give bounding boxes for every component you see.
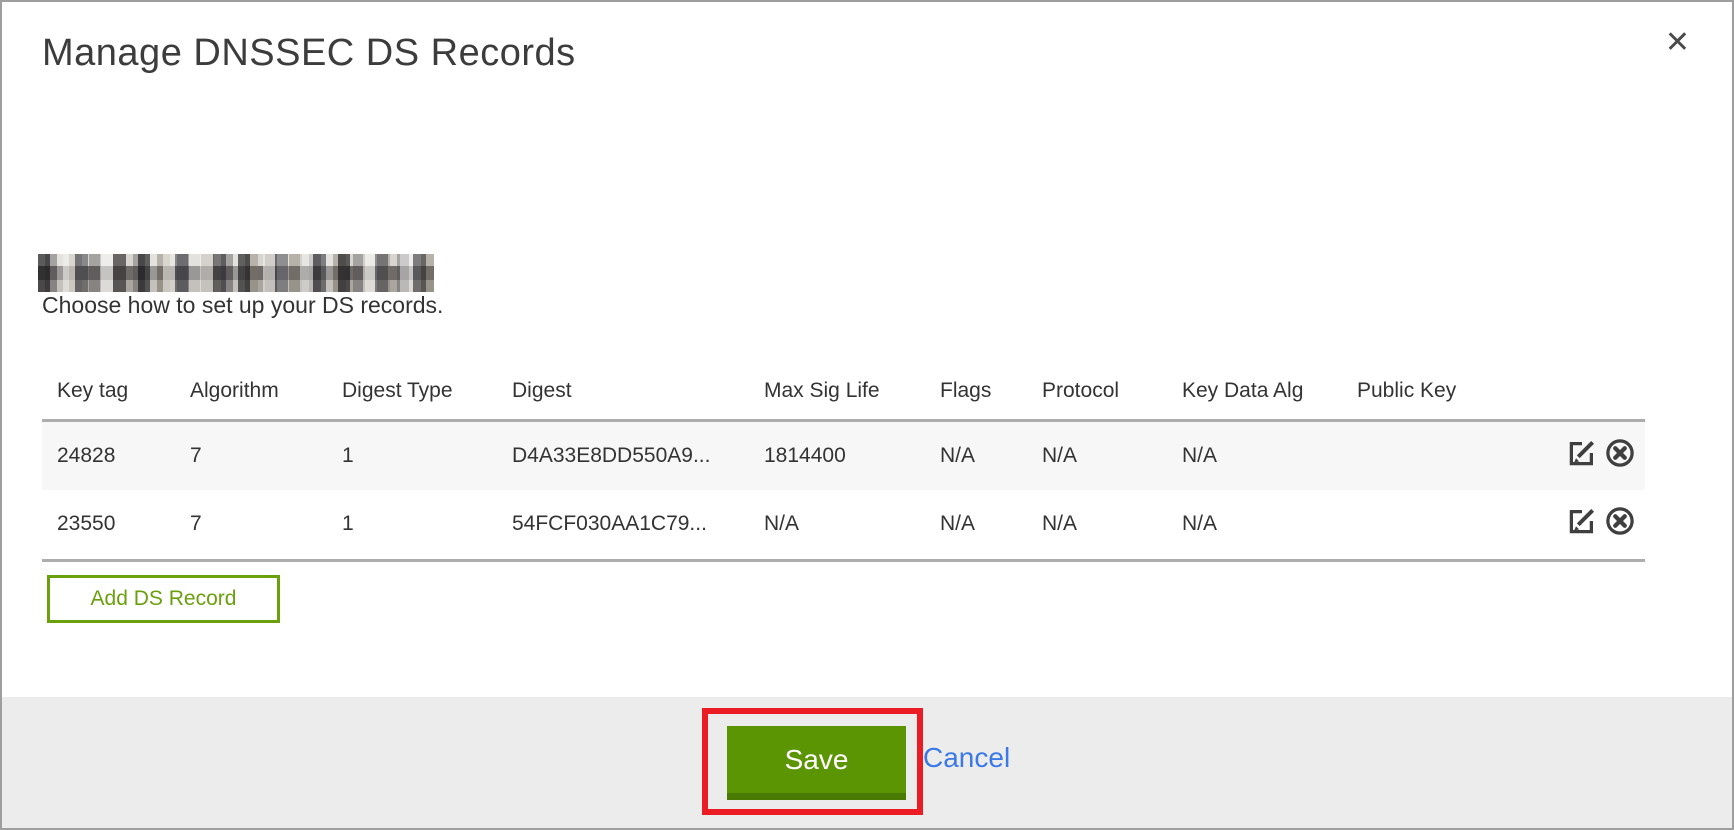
table-row: 23550 7 1 54FCF030AA1C79... N/A N/A N/A … — [42, 490, 1645, 560]
header-public-key: Public Key — [1357, 364, 1567, 420]
cell-max-sig-life: 1814400 — [764, 420, 940, 490]
cell-key-data-alg: N/A — [1182, 420, 1357, 490]
header-protocol: Protocol — [1042, 364, 1182, 420]
cell-public-key — [1357, 490, 1567, 560]
cell-digest-type: 1 — [342, 420, 512, 490]
instruction-text: Choose how to set up your DS records. — [42, 292, 443, 319]
table-row: 24828 7 1 D4A33E8DD550A9... 1814400 N/A … — [42, 420, 1645, 490]
edit-icon[interactable] — [1567, 438, 1597, 474]
cancel-link[interactable]: Cancel — [923, 742, 1010, 774]
row-actions — [1567, 420, 1645, 490]
cell-algorithm: 7 — [190, 420, 342, 490]
cell-digest-type: 1 — [342, 490, 512, 560]
cell-digest: 54FCF030AA1C79... — [512, 490, 764, 560]
header-algorithm: Algorithm — [190, 364, 342, 420]
header-key-data-alg: Key Data Alg — [1182, 364, 1357, 420]
header-flags: Flags — [940, 364, 1042, 420]
cell-flags: N/A — [940, 420, 1042, 490]
save-button[interactable]: Save — [727, 726, 906, 800]
cell-max-sig-life: N/A — [764, 490, 940, 560]
header-digest-type: Digest Type — [342, 364, 512, 420]
cell-digest: D4A33E8DD550A9... — [512, 420, 764, 490]
manage-dnssec-modal: Manage DNSSEC DS Records ✕ Choose how to… — [0, 0, 1734, 830]
close-icon[interactable]: ✕ — [1665, 26, 1690, 60]
header-digest: Digest — [512, 364, 764, 420]
row-actions — [1567, 490, 1645, 560]
table-header-row: Key tag Algorithm Digest Type Digest Max… — [42, 364, 1645, 420]
add-ds-record-button[interactable]: Add DS Record — [47, 575, 280, 623]
modal-title: Manage DNSSEC DS Records — [42, 32, 576, 75]
header-max-sig-life: Max Sig Life — [764, 364, 940, 420]
cell-protocol: N/A — [1042, 420, 1182, 490]
cell-public-key — [1357, 420, 1567, 490]
cell-key-tag: 24828 — [42, 420, 190, 490]
cell-key-tag: 23550 — [42, 490, 190, 560]
delete-icon[interactable] — [1605, 506, 1635, 542]
cell-flags: N/A — [940, 490, 1042, 560]
cell-algorithm: 7 — [190, 490, 342, 560]
edit-icon[interactable] — [1567, 506, 1597, 542]
delete-icon[interactable] — [1605, 438, 1635, 474]
cell-protocol: N/A — [1042, 490, 1182, 560]
redacted-domain-name — [38, 254, 434, 292]
header-key-tag: Key tag — [42, 364, 190, 420]
header-actions — [1567, 364, 1645, 420]
ds-records-table: Key tag Algorithm Digest Type Digest Max… — [42, 364, 1645, 562]
cell-key-data-alg: N/A — [1182, 490, 1357, 560]
